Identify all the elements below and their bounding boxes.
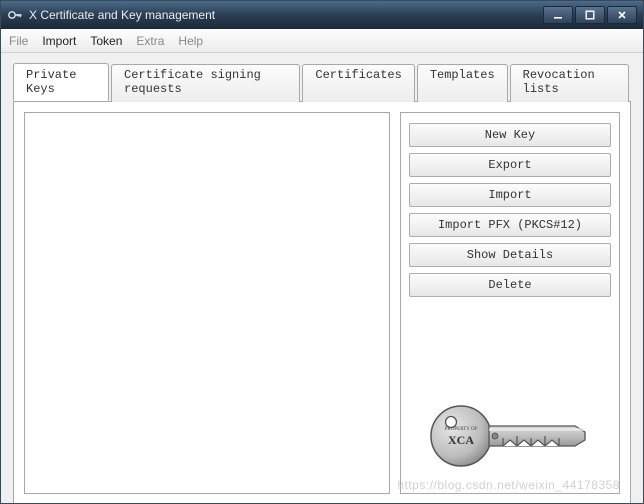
tab-panel: New Key Export Import Import PFX (PKCS#1… [13,101,631,504]
key-logo-icon: PROPERTY OF XCA [425,396,595,483]
menu-extra[interactable]: Extra [136,34,164,48]
menu-import[interactable]: Import [42,34,76,48]
tab-private-keys[interactable]: Private Keys [13,63,109,101]
close-button[interactable] [607,6,637,24]
tab-revocation[interactable]: Revocation lists [510,64,629,102]
new-key-button[interactable]: New Key [409,123,611,147]
app-window: X Certificate and Key management File Im… [0,0,644,504]
menu-file[interactable]: File [9,34,28,48]
minimize-button[interactable] [543,6,573,24]
app-key-icon [7,7,23,23]
key-logo-line1: PROPERTY OF [445,427,478,432]
window-controls [543,6,637,24]
show-details-button[interactable]: Show Details [409,243,611,267]
delete-button[interactable]: Delete [409,273,611,297]
key-logo-line2: XCA [448,433,474,447]
import-pfx-button[interactable]: Import PFX (PKCS#12) [409,213,611,237]
window-title: X Certificate and Key management [29,8,543,22]
client-area: Private Keys Certificate signing request… [1,53,643,503]
tab-templates[interactable]: Templates [417,64,508,102]
tab-certificates[interactable]: Certificates [302,64,414,102]
titlebar[interactable]: X Certificate and Key management [1,1,643,29]
tab-csr[interactable]: Certificate signing requests [111,64,300,102]
menu-token[interactable]: Token [90,34,122,48]
key-list[interactable] [24,112,390,494]
import-button[interactable]: Import [409,183,611,207]
menubar: File Import Token Extra Help [1,29,643,53]
menu-help[interactable]: Help [178,34,203,48]
export-button[interactable]: Export [409,153,611,177]
action-panel: New Key Export Import Import PFX (PKCS#1… [400,112,620,494]
tab-strip: Private Keys Certificate signing request… [13,63,631,101]
maximize-button[interactable] [575,6,605,24]
